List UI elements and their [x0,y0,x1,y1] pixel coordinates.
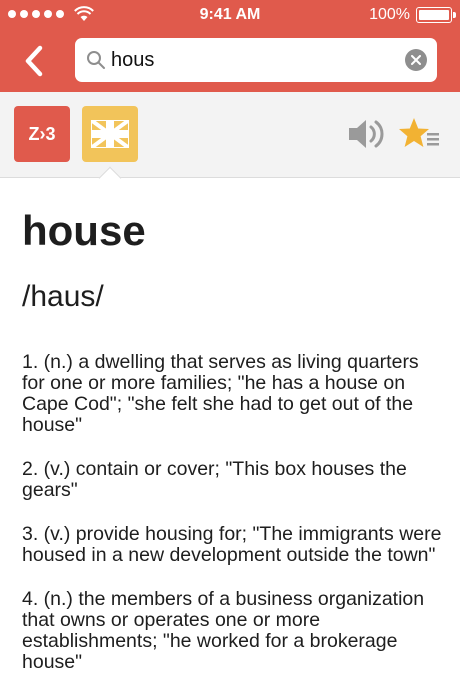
pronunciation-button[interactable] [346,114,386,154]
favorite-list-button[interactable] [398,116,442,152]
dictionary-entry: house /haus/ 1. (n.) a dwelling that ser… [22,178,442,690]
battery-percent: 100% [369,6,410,23]
chinese-dictionary-button[interactable]: Z›3 [14,106,70,162]
definition-item: 1. (n.) a dwelling that serves as living… [22,351,419,436]
definition-list: 1. (n.) a dwelling that serves as living… [22,352,442,673]
battery-status: 100% [369,6,456,24]
definition-item: 3. (v.) provide housing for; "The immigr… [22,523,442,566]
star-list-icon [399,118,439,147]
speaker-icon [349,120,384,148]
english-dictionary-button[interactable] [82,106,138,162]
back-button[interactable] [18,44,54,78]
close-icon [411,55,421,65]
clear-search-button[interactable] [405,49,427,71]
status-bar: 9:41 AM 100% [0,0,460,30]
nav-bar [0,30,460,92]
headword: house [22,207,146,254]
search-input[interactable] [111,38,401,82]
definition-item: 4. (n.) the members of a business organi… [22,588,425,673]
search-icon [87,51,105,69]
phonetic-transcription: /haus/ [22,280,104,313]
chevron-left-icon [25,45,43,77]
battery-icon [416,7,456,23]
dictionary-toolbar: Z›3 [0,92,460,178]
uk-flag-icon [91,120,129,148]
definition-item: 2. (v.) contain or cover; "This box hous… [22,458,407,501]
search-box[interactable] [75,38,437,82]
chinese-dictionary-label: Z›3 [28,123,56,144]
